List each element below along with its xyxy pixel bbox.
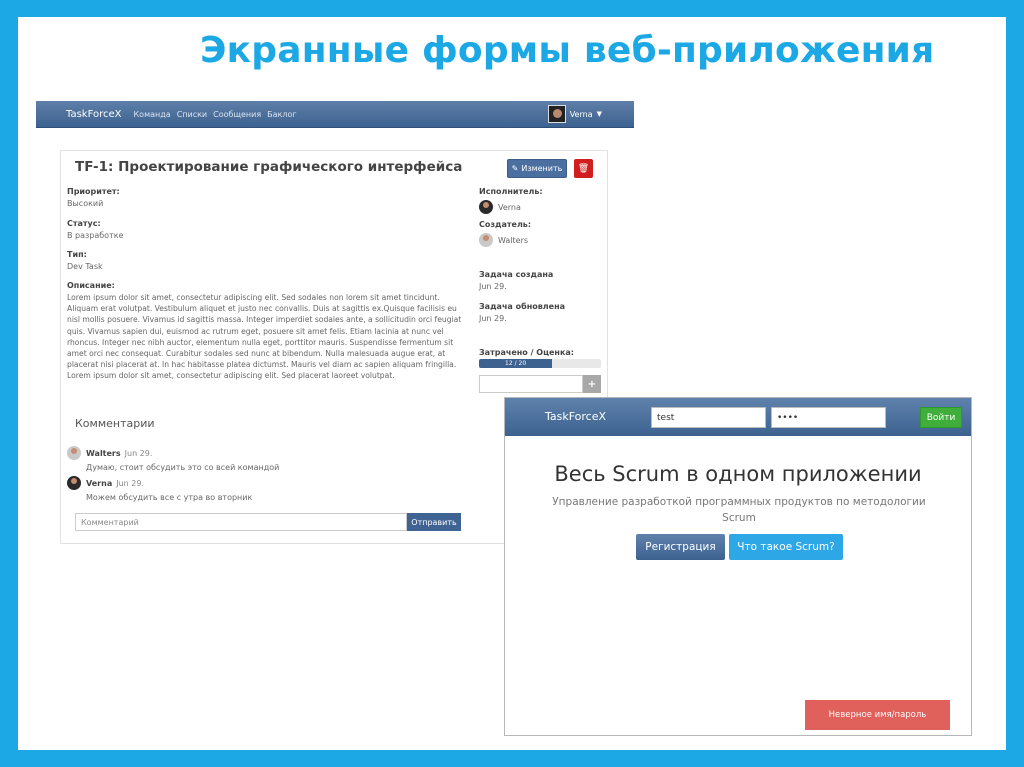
edit-button-label: Изменить (521, 164, 563, 173)
description-text: Lorem ipsum dolor sit amet, consectetur … (67, 293, 462, 381)
time-progress-fill: 12 / 20 (479, 359, 553, 368)
hero-subtitle: Управление разработкой программных проду… (552, 496, 926, 524)
trash-icon: 🗑 (577, 163, 590, 174)
creator[interactable]: Walters (479, 233, 528, 247)
assignee-label: Исполнитель: (479, 187, 543, 196)
status-label: Статус: (67, 219, 101, 228)
description-label: Описание: (67, 281, 115, 290)
add-time-button[interactable]: + (583, 375, 601, 393)
updated-label: Задача обновлена (479, 302, 565, 311)
priority-value: Высокий (67, 199, 104, 208)
landing-brand[interactable]: TaskForceX (545, 410, 606, 423)
edit-icon: ✎ (511, 164, 519, 173)
nav-link-messages[interactable]: Сообщения (213, 110, 261, 119)
navbar-brand[interactable]: TaskForceX (66, 109, 122, 120)
comment-item: Walters Jun 29. Думаю, стоит обсудить эт… (67, 446, 279, 472)
avatar (547, 105, 566, 123)
comment-author[interactable]: Walters (86, 449, 121, 458)
nav-link-lists[interactable]: Списки (177, 110, 207, 119)
comment-text: Думаю, стоит обсудить это со всей команд… (86, 463, 280, 472)
comment-date: Jun 29. (124, 448, 153, 458)
creator-name: Walters (498, 235, 529, 245)
updated-value: Jun 29. (479, 314, 507, 323)
type-value: Dev Task (67, 262, 103, 271)
user-menu[interactable]: Verna ▼ (547, 105, 602, 123)
avatar (67, 446, 81, 460)
type-label: Тип: (67, 250, 87, 259)
priority-label: Приоритет: (67, 187, 120, 196)
caret-down-icon: ▼ (596, 110, 602, 118)
slide-title: Экранные формы веб-приложения (200, 30, 935, 71)
delete-button[interactable]: 🗑 (574, 159, 593, 178)
user-name: Verna (569, 109, 593, 119)
assignee[interactable]: Verna (479, 200, 521, 214)
login-button[interactable]: Войти (920, 407, 962, 428)
what-is-scrum-button[interactable]: Что такое Scrum? (729, 534, 843, 560)
plus-icon: + (587, 378, 597, 390)
comment-input[interactable]: Комментарий (75, 513, 407, 531)
nav-link-team[interactable]: Команда (134, 110, 171, 119)
comment-text: Можем обсудить все с утра во вторник (86, 493, 253, 502)
hero-title: Весь Scrum в одном приложении (554, 462, 922, 486)
assignee-name: Verna (498, 202, 521, 212)
comment-date: Jun 29. (116, 478, 144, 488)
comments-title: Комментарии (75, 417, 155, 430)
edit-button[interactable]: ✎ Изменить (507, 159, 567, 178)
comment-item: Verna Jun 29. Можем обсудить все с утра … (67, 476, 252, 502)
time-spent-input[interactable] (479, 375, 583, 393)
error-toast: Неверное имя/пароль (805, 700, 950, 730)
created-label: Задача создана (479, 270, 554, 279)
avatar (479, 233, 493, 247)
task-title: TF-1: Проектирование графического интерф… (75, 159, 463, 175)
creator-label: Создатель: (479, 220, 532, 229)
task-navbar: TaskForceX Команда Списки Сообщения Бакл… (36, 101, 634, 128)
spent-label: Затрачено / Оценка: (479, 348, 574, 357)
register-button[interactable]: Регистрация (636, 534, 725, 560)
avatar (479, 200, 493, 214)
time-progress-bar: 12 / 20 (479, 359, 601, 368)
landing-screen: TaskForceX test •••• Войти Весь Scrum в … (504, 397, 972, 736)
nav-link-backlog[interactable]: Баклог (267, 110, 296, 119)
send-comment-button[interactable]: Отправить (407, 513, 461, 531)
created-value: Jun 29. (479, 282, 507, 291)
password-input[interactable]: •••• (771, 407, 886, 428)
status-value: В разработке (67, 231, 124, 240)
comment-author[interactable]: Verna (86, 479, 112, 488)
landing-navbar: TaskForceX test •••• Войти (505, 398, 971, 436)
avatar (67, 476, 81, 490)
username-input[interactable]: test (651, 407, 766, 428)
